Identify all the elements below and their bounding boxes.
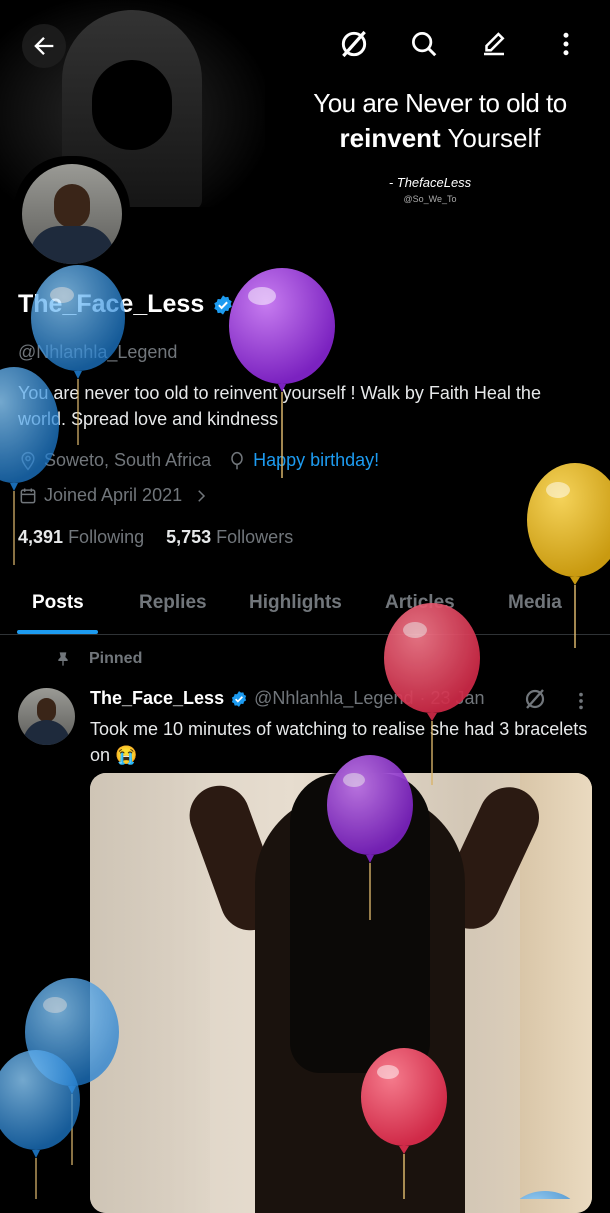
active-tab-indicator <box>17 630 98 634</box>
profile-joined-row[interactable]: Joined April 2021 <box>18 485 210 506</box>
banner-quote-line2: reinvent Yourself <box>300 123 580 154</box>
profile-tabs: Posts Replies Highlights Articles Media <box>0 580 610 635</box>
following-count: 4,391 <box>18 527 64 547</box>
tab-articles[interactable]: Articles <box>385 592 455 614</box>
followers-count: 5,753 <box>166 527 212 547</box>
profile-joined: Joined April 2021 <box>44 485 183 505</box>
grok-icon <box>341 30 367 58</box>
more-options-button[interactable] <box>548 26 584 62</box>
chevron-right-icon <box>198 489 206 502</box>
profile-location: Soweto, South Africa <box>44 450 212 470</box>
search-button[interactable] <box>406 26 442 62</box>
post-grok-button[interactable] <box>523 687 547 716</box>
location-pin-icon <box>21 451 35 470</box>
banner-quote: You are Never to old to reinvent Yoursel… <box>300 88 580 154</box>
profile-handle: @Nhlanhla_Legend <box>18 342 178 362</box>
banner-quote-bold: reinvent <box>339 123 441 153</box>
search-icon <box>412 32 437 57</box>
profile-bio: You are never too old to reinvent yourse… <box>18 383 541 429</box>
grok-icon <box>525 689 545 709</box>
banner-signature: - ThefaceLess <box>388 175 472 190</box>
post-author-handle: @Nhlanhla_Legend <box>254 688 414 708</box>
pinned-indicator: Pinned <box>55 650 142 668</box>
birthday-link[interactable]: Happy birthday! <box>253 450 379 471</box>
verified-badge-icon[interactable] <box>212 294 234 316</box>
post-author-name[interactable]: The_Face_Less <box>90 688 224 709</box>
profile-avatar[interactable] <box>14 156 130 272</box>
tab-posts[interactable]: Posts <box>32 592 84 614</box>
tab-highlights[interactable]: Highlights <box>249 592 342 614</box>
following-label: Following <box>68 527 145 547</box>
more-vertical-icon <box>579 692 583 710</box>
grok-button[interactable] <box>336 26 372 62</box>
banner-quote-line1: You are Never to old to <box>313 88 567 118</box>
compose-button[interactable] <box>476 26 512 62</box>
calendar-icon <box>20 488 36 503</box>
profile-meta-row: Soweto, South Africa Happy birthday! <box>18 450 379 471</box>
post-text: Took me 10 minutes of watching to realis… <box>90 719 588 765</box>
back-button[interactable] <box>22 24 66 68</box>
post-media-image[interactable] <box>90 773 592 1213</box>
arrow-left-icon <box>34 37 54 55</box>
pinned-label: Pinned <box>89 650 143 667</box>
verified-badge-icon <box>231 690 247 707</box>
post-more-button[interactable] <box>574 690 588 718</box>
tab-media[interactable]: Media <box>508 592 562 614</box>
pin-icon <box>58 652 68 666</box>
profile-name: The_Face_Less <box>18 290 234 319</box>
more-vertical-icon <box>563 32 569 56</box>
following-link[interactable]: 4,391 Following <box>18 527 144 548</box>
follow-stats: 4,391 Following 5,753 Followers <box>18 527 293 548</box>
banner-quote-rest: Yourself <box>440 123 541 153</box>
post-date: · 23 Jan <box>419 688 485 708</box>
followers-label: Followers <box>216 527 294 547</box>
post-header: The_Face_Less @Nhlanhla_Legend · 23 Jan <box>90 688 485 709</box>
post-author-avatar[interactable] <box>18 688 75 745</box>
followers-link[interactable]: 5,753 Followers <box>166 527 293 548</box>
balloon-icon <box>231 451 243 469</box>
compose-icon <box>484 32 505 56</box>
banner-signature-handle: @So_We_To <box>403 194 457 204</box>
profile-name-text: The_Face_Less <box>18 290 205 318</box>
tab-replies[interactable]: Replies <box>139 592 207 614</box>
